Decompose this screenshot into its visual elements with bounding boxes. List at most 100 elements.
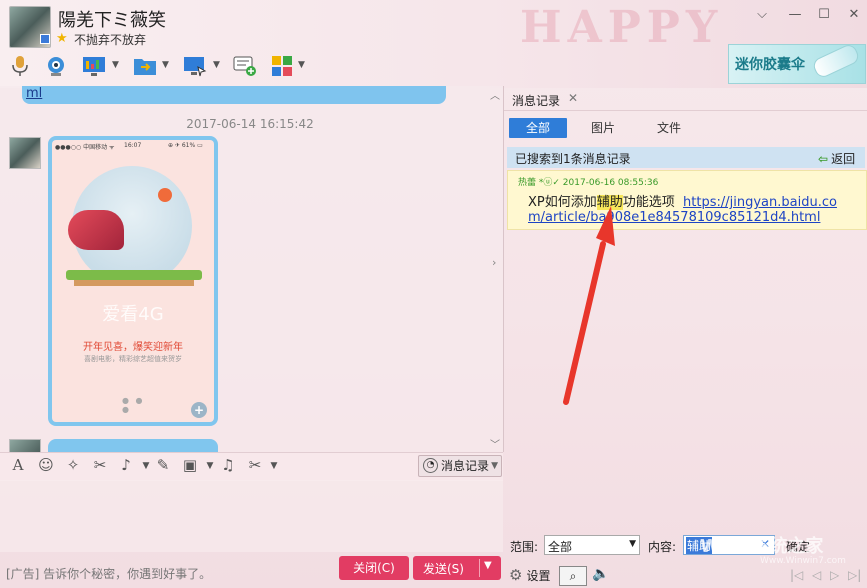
minimize-icon[interactable]: — — [786, 6, 804, 24]
range-value: 全部 — [548, 540, 573, 554]
chevron-down-icon: ▼ — [491, 461, 498, 471]
online-status-icon — [40, 34, 50, 44]
chat-message-area[interactable]: ml 2017-06-14 16:15:42 ●●●○○ 中国移动 ᯤ 16:0… — [0, 86, 504, 455]
font-icon[interactable]: A — [8, 456, 28, 474]
rooster-illustration — [68, 210, 124, 250]
avatar[interactable] — [9, 137, 41, 169]
clock-icon: ◔ — [423, 458, 438, 473]
screenshot-icon[interactable]: ✂ — [90, 456, 110, 474]
close-tab-icon[interactable]: ✕ — [568, 91, 578, 105]
chevron-down-icon: ▼ — [629, 539, 636, 549]
message-link[interactable]: https://jingyan.baidu.co — [683, 195, 837, 210]
microphone-icon[interactable] — [8, 55, 32, 79]
phone-screenshot-image[interactable]: ●●●○○ 中国移动 ᯤ 16:07 ⊕ ✈ 61% ▭ 爱看4G 开年见喜，爆… — [52, 140, 214, 422]
range-select[interactable]: 全部 ▼ — [544, 535, 640, 555]
image-message-bubble[interactable] — [48, 439, 218, 453]
range-label: 范围: — [510, 540, 539, 554]
illustration-soil — [74, 280, 194, 286]
watermark-url: Www.Winwin7.com — [760, 556, 846, 566]
chevron-down-icon[interactable]: ▼ — [298, 60, 305, 70]
filter-files-button[interactable]: 文件 — [646, 118, 692, 138]
message-history-label: 消息记录 — [441, 459, 490, 473]
close-button[interactable]: 关闭(C) — [339, 556, 409, 580]
background-decoration-text: HAPPY — [520, 2, 724, 53]
last-page-icon[interactable]: ▷| — [848, 568, 861, 582]
video-camera-icon[interactable] — [44, 55, 68, 79]
filter-images-button[interactable]: 图片 — [580, 118, 626, 138]
phone-time: 16:07 — [124, 142, 142, 149]
filter-all-button[interactable]: 全部 — [509, 118, 567, 138]
collapse-panel-icon[interactable]: › — [492, 256, 502, 276]
settings-label: 设置 — [526, 569, 551, 583]
message-link[interactable]: ml — [26, 86, 42, 101]
send-label: 发送(S) — [423, 562, 464, 576]
phone-status-bar: ●●●○○ 中国移动 ᯤ 16:07 ⊕ ✈ 61% ▭ — [52, 140, 214, 152]
message-link-continued[interactable]: m/article/ba908e1e84578109c85121d4.html — [528, 210, 820, 225]
image-icon[interactable]: ▣ — [180, 456, 200, 474]
apps-grid-icon[interactable] — [270, 55, 294, 79]
message-text: XP如何添加辅助功能选项 https://jingyan.baidu.co — [528, 191, 837, 210]
close-icon[interactable]: ✕ — [845, 6, 863, 24]
music-icon[interactable]: ♫ — [218, 456, 238, 474]
voice-message-icon[interactable]: ♪ — [116, 456, 136, 474]
content-label: 内容: — [648, 540, 677, 554]
sun-icon — [158, 188, 172, 202]
screen-share-icon[interactable] — [82, 55, 106, 79]
chevron-down-icon[interactable]: ▼ — [200, 461, 220, 471]
scissors-icon[interactable]: ✂ — [245, 456, 265, 474]
message-history-button[interactable]: ◔ 消息记录 ▼ — [418, 455, 502, 477]
scroll-down-icon[interactable]: ﹀ — [490, 436, 500, 451]
tab-label: 消息记录 — [512, 94, 561, 108]
star-icon: ★ — [56, 31, 68, 46]
message-input[interactable] — [0, 480, 503, 552]
illustration-ground — [66, 270, 202, 280]
phone-subtitle: 喜剧电影，精彩综艺超值来贺岁 — [84, 355, 182, 363]
send-options-chevron-icon[interactable]: ▼ — [484, 560, 492, 571]
message-timestamp: 2017-06-14 16:15:42 — [186, 117, 314, 131]
first-page-icon[interactable]: |◁ — [790, 568, 803, 582]
next-page-icon[interactable]: ▷ — [830, 568, 839, 582]
message-plus-icon[interactable] — [233, 55, 257, 79]
tab-message-history[interactable]: 消息记录 ✕ — [506, 88, 582, 110]
emoji-icon[interactable]: ☺ — [36, 456, 56, 474]
phone-carrier: ●●●○○ 中国移动 ᯤ — [55, 144, 115, 151]
prev-page-icon[interactable]: ◁ — [812, 568, 821, 582]
phone-brand-text: 爱看4G — [102, 304, 164, 325]
umbrella-capsule-icon — [810, 42, 862, 80]
search-highlight: 辅助 — [596, 195, 623, 210]
settings-button[interactable]: ⚙ 设置 — [509, 566, 550, 584]
search-icon[interactable]: ⌕ — [559, 566, 587, 586]
message-text-before: XP如何添加 — [528, 195, 597, 210]
zoom-in-icon[interactable]: + — [191, 402, 207, 418]
chevron-down-icon[interactable]: ▼ — [162, 60, 169, 70]
page-indicator: ● ● ● — [122, 396, 145, 414]
contact-nickname: 陽羌下ミ薇笑 — [58, 10, 166, 31]
file-transfer-icon[interactable] — [133, 55, 157, 79]
ad-text[interactable]: [广告] 告诉你个秘密，你遇到好事了。 — [6, 565, 211, 582]
chevron-down-icon[interactable]: ▼ — [264, 461, 284, 471]
back-arrow-icon: ⇦ — [818, 152, 829, 166]
phone-battery: ⊕ ✈ 61% ▭ — [168, 142, 203, 149]
message-text-after: 功能选项 — [622, 195, 675, 210]
divider — [504, 110, 867, 111]
chevron-down-icon[interactable]: ▼ — [213, 60, 220, 70]
message-bubble[interactable]: ml — [22, 86, 446, 104]
chevron-down-icon[interactable]: ⌵ — [753, 6, 771, 24]
remote-desktop-icon[interactable] — [183, 55, 207, 79]
edit-icon[interactable]: ✎ — [153, 456, 173, 474]
back-button[interactable]: ⇦ 返回 — [818, 150, 855, 167]
back-label: 返回 — [831, 152, 856, 166]
phone-headline: 开年见喜，爆笑迎新年 — [83, 342, 183, 353]
watermark: Win7系统之家 — [700, 536, 824, 557]
magic-wand-icon[interactable]: ✧ — [63, 456, 83, 474]
message-sender-time: 热蕾 *ⓤ✓ 2017-06-16 08:55:36 — [518, 178, 659, 188]
ad-banner-text: 迷你胶囊伞 — [735, 57, 805, 73]
maximize-icon[interactable]: ☐ — [815, 6, 833, 24]
gear-icon: ⚙ — [509, 566, 523, 584]
scroll-up-icon[interactable]: ︿ — [490, 87, 500, 102]
send-button[interactable]: 发送(S) ▼ — [413, 556, 501, 580]
ad-banner[interactable]: 迷你胶囊伞 — [728, 42, 866, 84]
contact-signature: 不抛弃不放弃 — [74, 33, 147, 47]
chevron-down-icon[interactable]: ▼ — [112, 60, 119, 70]
speaker-icon[interactable]: 🔈 — [592, 566, 609, 582]
